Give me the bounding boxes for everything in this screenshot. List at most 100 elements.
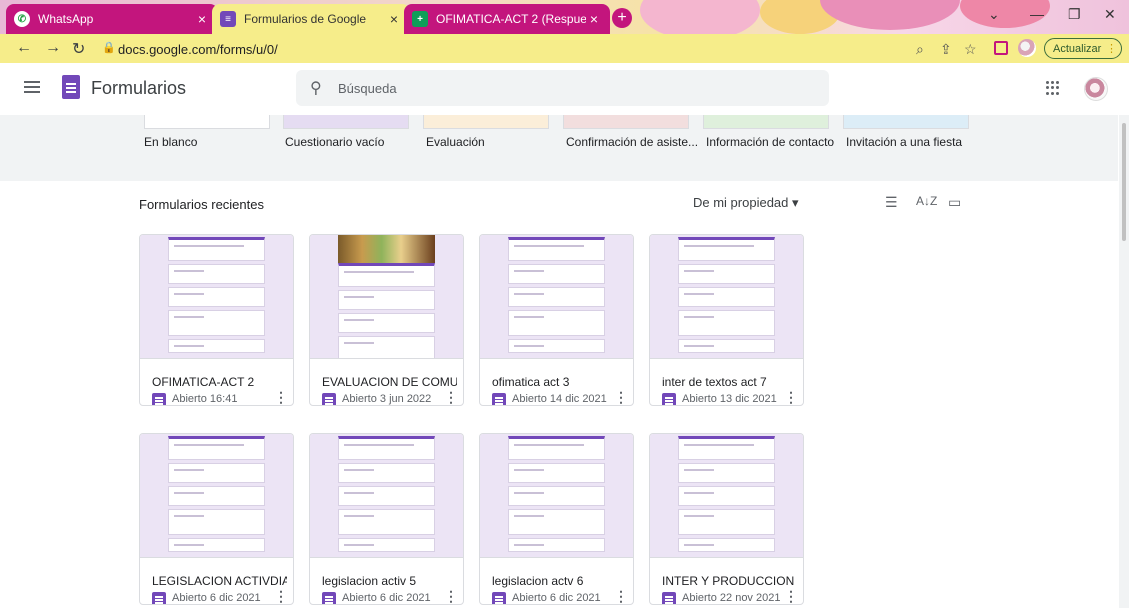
form-thumbnail	[310, 235, 463, 359]
template-thumbnail[interactable]	[144, 115, 270, 129]
form-card[interactable]: LEGISLACION ACTIVDIAD... Abierto 6 dic 20…	[139, 433, 294, 605]
template-label[interactable]: Información de contacto	[706, 135, 834, 149]
url-bar[interactable]: 🔒 docs.google.com/forms/u/0/	[96, 38, 906, 60]
address-toolbar: ← → ↻ 🔒 docs.google.com/forms/u/0/ ⌕ ⇪ ☆…	[0, 34, 1129, 63]
restore-icon[interactable]: ❐	[1068, 6, 1081, 23]
template-thumbnail[interactable]	[423, 115, 549, 129]
template-label[interactable]: Evaluación	[426, 135, 485, 149]
tab-sheets[interactable]: + OFIMATICA-ACT 2 (Respuestas) - ×	[404, 4, 610, 34]
update-button[interactable]: Actualizar ⋮	[1044, 38, 1122, 59]
chevron-down-icon[interactable]: ⌄	[988, 6, 1000, 23]
tab-whatsapp[interactable]: ✆ WhatsApp ×	[6, 4, 218, 34]
forms-icon	[152, 592, 166, 604]
close-icon[interactable]: ×	[386, 11, 402, 27]
thumbnail-block	[338, 463, 435, 483]
thumbnail-block	[678, 463, 775, 483]
forms-icon	[662, 592, 676, 604]
close-icon[interactable]: ×	[586, 11, 602, 27]
list-view-icon[interactable]: ☰	[885, 194, 898, 211]
template-thumbnail[interactable]	[843, 115, 969, 129]
bookmark-star-icon[interactable]: ☆	[964, 41, 977, 58]
thumbnail-block	[508, 509, 605, 535]
whatsapp-icon: ✆	[14, 11, 30, 27]
avatar[interactable]	[1084, 77, 1108, 101]
sheets-icon: +	[412, 11, 428, 27]
thumbnail-block	[678, 436, 775, 460]
tab-title: WhatsApp	[38, 12, 94, 26]
sidepanel-icon[interactable]	[994, 41, 1008, 55]
forms-icon	[492, 393, 506, 405]
template-thumbnail[interactable]	[563, 115, 689, 129]
form-card-title: legislacion actv 6	[492, 574, 584, 588]
forms-icon: ≡	[220, 11, 236, 27]
forms-icon	[322, 393, 336, 405]
folder-icon[interactable]: ▭	[948, 194, 961, 211]
forms-icon	[152, 393, 166, 405]
thumbnail-block	[508, 237, 605, 261]
wallpaper-flower	[820, 0, 960, 30]
template-thumbnail[interactable]	[283, 115, 409, 129]
new-tab-button[interactable]: +	[612, 8, 632, 28]
forms-icon	[662, 393, 676, 405]
form-card[interactable]: INTER Y PRODUCCION DE... Abierto 22 nov 2…	[649, 433, 804, 605]
reload-icon[interactable]: ↻	[72, 39, 85, 59]
more-options-icon[interactable]: ⋮	[614, 389, 628, 405]
more-options-icon[interactable]: ⋮	[274, 389, 288, 405]
form-card[interactable]: legislacion activ 5 Abierto 6 dic 2021 ⋮	[309, 433, 464, 605]
form-thumbnail	[310, 434, 463, 558]
app-header: Formularios ⚲ Búsqueda	[0, 63, 1129, 115]
thumbnail-block	[338, 436, 435, 460]
form-thumbnail	[650, 434, 803, 558]
thumbnail-block	[678, 339, 775, 353]
form-card-opened: Abierto 6 dic 2021	[512, 592, 601, 604]
tab-title: OFIMATICA-ACT 2 (Respuestas) -	[436, 12, 586, 26]
form-card-title: legislacion activ 5	[322, 574, 417, 588]
more-options-icon[interactable]: ⋮	[444, 389, 458, 405]
back-icon[interactable]: ←	[16, 39, 32, 57]
zoom-icon[interactable]: ⌕	[916, 41, 924, 58]
thumbnail-block	[338, 263, 435, 287]
app-title[interactable]: Formularios	[91, 78, 186, 99]
thumbnail-block	[168, 538, 265, 552]
scrollbar[interactable]	[1119, 115, 1129, 608]
form-card-opened: Abierto 16:41	[172, 393, 238, 405]
form-card[interactable]: EVALUACION DE COMUN... Abierto 3 jun 2022…	[309, 234, 464, 406]
close-window-icon[interactable]: ✕	[1104, 6, 1116, 23]
search-input[interactable]: ⚲ Búsqueda	[296, 70, 829, 106]
owner-filter-dropdown[interactable]: De mi propiedad ▾	[693, 195, 799, 211]
thumbnail-block	[678, 287, 775, 307]
main-menu-icon[interactable]	[24, 81, 40, 96]
more-options-icon[interactable]: ⋮	[444, 588, 458, 604]
close-icon[interactable]: ×	[194, 11, 210, 27]
forward-icon[interactable]: →	[45, 39, 61, 57]
forms-logo-icon[interactable]	[62, 75, 80, 99]
thumbnail-block	[168, 287, 265, 307]
template-label[interactable]: Confirmación de asiste...	[566, 135, 698, 149]
minimize-icon[interactable]: —	[1030, 6, 1044, 22]
form-card[interactable]: ofimatica act 3 Abierto 14 dic 2021 ⋮	[479, 234, 634, 406]
template-label[interactable]: Cuestionario vacío	[285, 135, 384, 149]
template-label[interactable]: Invitación a una fiesta	[846, 135, 962, 149]
sort-az-icon[interactable]: A↓Z	[916, 194, 937, 208]
form-card[interactable]: OFIMATICA-ACT 2 Abierto 16:41 ⋮	[139, 234, 294, 406]
lock-icon: 🔒	[102, 42, 116, 54]
form-card-title: LEGISLACION ACTIVDIAD...	[152, 574, 287, 588]
search-placeholder: Búsqueda	[338, 81, 397, 96]
share-icon[interactable]: ⇪	[940, 41, 952, 58]
wallpaper-flower	[640, 0, 760, 34]
template-label[interactable]: En blanco	[144, 135, 197, 149]
form-card[interactable]: inter de textos act 7 Abierto 13 dic 2021…	[649, 234, 804, 406]
apps-grid-icon[interactable]	[1046, 81, 1060, 95]
forms-icon	[492, 592, 506, 604]
more-options-icon[interactable]: ⋮	[274, 588, 288, 604]
template-thumbnail[interactable]	[703, 115, 829, 129]
thumbnail-block	[508, 538, 605, 552]
more-options-icon[interactable]: ⋮	[784, 389, 798, 405]
profile-icon[interactable]	[1018, 39, 1036, 57]
more-options-icon[interactable]: ⋮	[614, 588, 628, 604]
more-options-icon[interactable]: ⋮	[784, 588, 798, 604]
form-card[interactable]: legislacion actv 6 Abierto 6 dic 2021 ⋮	[479, 433, 634, 605]
tab-formularios[interactable]: ≡ Formularios de Google ×	[212, 4, 410, 34]
forms-icon	[322, 592, 336, 604]
scrollbar-thumb[interactable]	[1122, 123, 1126, 241]
